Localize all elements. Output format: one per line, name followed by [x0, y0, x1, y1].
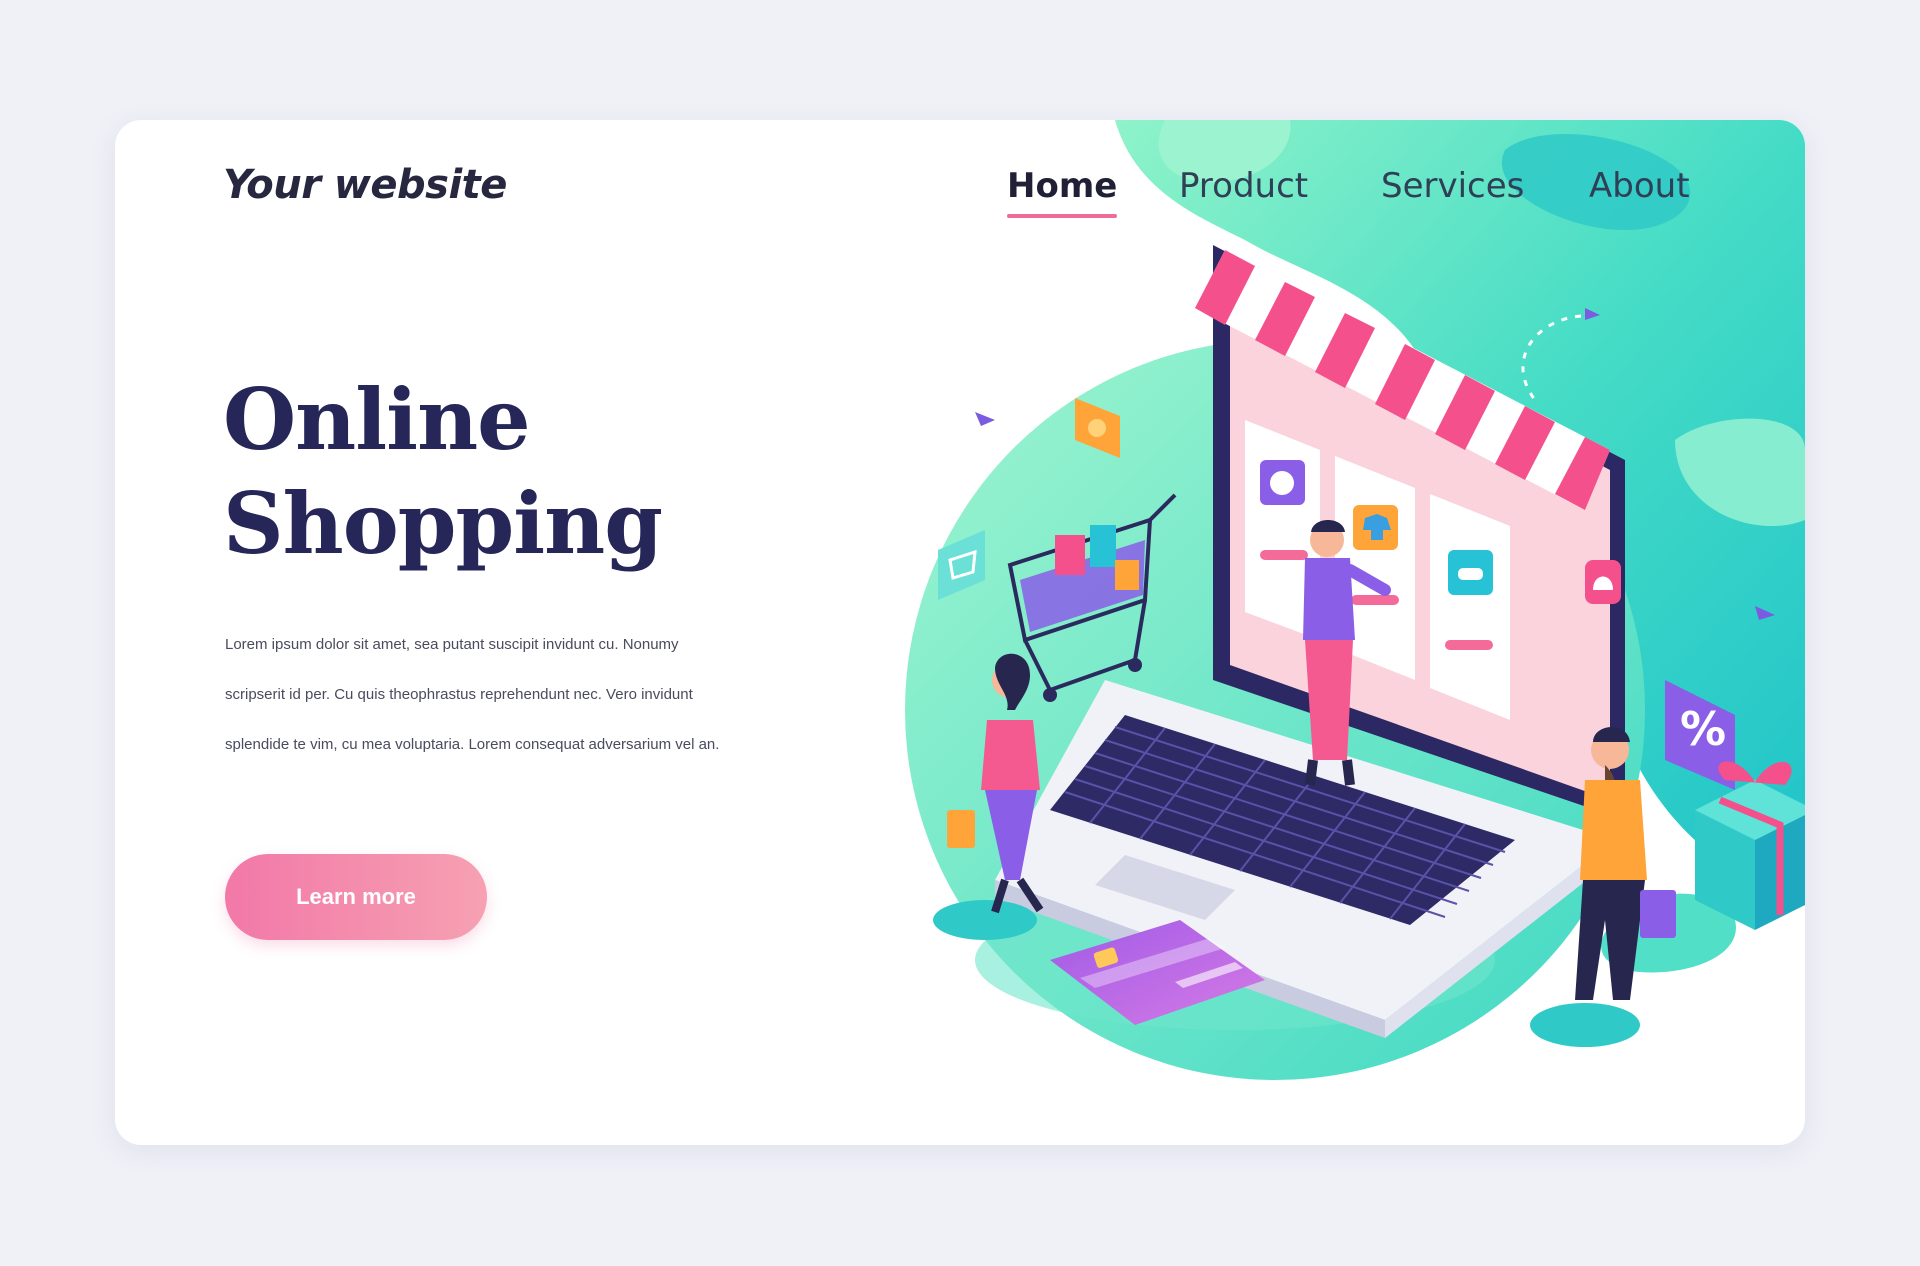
nav-item-services[interactable]: Services — [1381, 166, 1524, 206]
nav-item-product[interactable]: Product — [1179, 166, 1308, 206]
hero-title: Online Shopping — [223, 368, 663, 576]
nav-item-label: Home — [1007, 166, 1118, 206]
learn-more-button[interactable]: Learn more — [225, 854, 487, 940]
nav-item-label: Services — [1381, 166, 1525, 206]
hero-title-line-1: Online — [223, 370, 531, 469]
landing-card: Your website % Home Product Services Abo… — [115, 120, 1805, 1145]
nav-item-about[interactable]: About — [1589, 166, 1690, 206]
nav-active-indicator — [1007, 214, 1118, 218]
bell-icon — [1585, 560, 1621, 604]
nav-item-home[interactable]: Home — [1007, 166, 1118, 218]
hero-title-line-2: Shopping — [223, 474, 663, 573]
nav-item-label: About — [1589, 166, 1690, 206]
nav-item-label: Product — [1179, 166, 1309, 206]
svg-text:%: % — [1680, 702, 1726, 756]
hero-description: Lorem ipsum dolor sit amet, sea putant s… — [225, 636, 720, 753]
